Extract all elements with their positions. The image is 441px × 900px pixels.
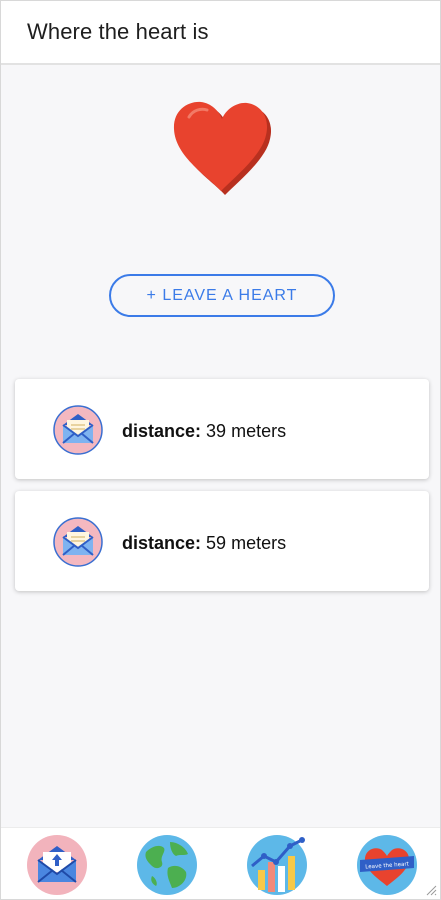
heart-banner-icon: Leave the heart xyxy=(357,835,417,895)
page-title: Where the heart is xyxy=(27,19,209,44)
nav-chart-button[interactable] xyxy=(246,834,308,896)
distance-text: distance: 39 meters xyxy=(122,421,286,442)
bottom-navigation: Leave the heart xyxy=(1,827,440,899)
globe-icon xyxy=(137,835,197,895)
distance-label: distance: xyxy=(122,533,202,553)
nav-envelope-button[interactable] xyxy=(26,834,88,896)
chart-icon xyxy=(247,835,307,895)
distance-value: 39 meters xyxy=(206,421,287,441)
leave-a-heart-button[interactable]: + LEAVE A HEART xyxy=(109,274,335,317)
nav-heart-button[interactable]: Leave the heart xyxy=(356,834,418,896)
heart-icon xyxy=(169,101,273,197)
envelope-avatar-icon xyxy=(53,517,103,567)
envelope-icon xyxy=(27,835,87,895)
app-header: Where the heart is xyxy=(1,1,440,65)
distance-text: distance: 59 meters xyxy=(122,533,286,554)
list-item[interactable]: distance: 39 meters xyxy=(15,379,429,479)
app-window: Where the heart is + LEAVE A HEART dista… xyxy=(0,0,441,900)
envelope-avatar-icon xyxy=(53,405,103,455)
nav-globe-button[interactable] xyxy=(136,834,198,896)
distance-label: distance: xyxy=(122,421,202,441)
list-item[interactable]: distance: 59 meters xyxy=(15,491,429,591)
distance-value: 59 meters xyxy=(206,533,287,553)
resize-grip-icon[interactable] xyxy=(425,884,437,896)
